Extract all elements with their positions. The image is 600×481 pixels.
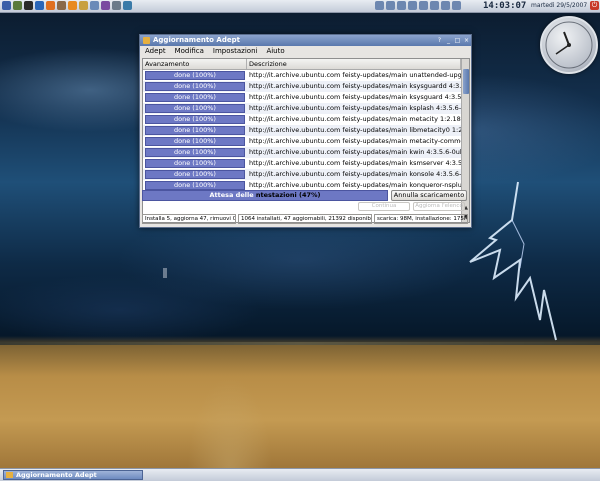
folder-icon[interactable] [79, 1, 88, 10]
row-progress-bar: done (100%) [145, 181, 245, 190]
row-progress-bar: done (100%) [145, 82, 245, 91]
panel-date: martedì 29/5/2007 [531, 2, 588, 9]
row-description: http://it.archive.ubuntu.com feisty-upda… [249, 170, 461, 178]
status-sizes: scarica: 98M, installazione: 175M [374, 214, 468, 224]
minimize-button[interactable]: _ [445, 37, 452, 44]
row-progress-bar: done (100%) [145, 115, 245, 124]
menu-adept[interactable]: Adept [145, 46, 166, 57]
vlc-icon[interactable] [68, 1, 77, 10]
update-icon[interactable] [430, 1, 439, 10]
row-progress-bar: done (100%) [145, 126, 245, 135]
window-titlebar[interactable]: Aggiornamento Adept ? _ □ × [140, 35, 471, 46]
progress-label-part1: Attesa delle [209, 191, 256, 199]
wheat-field [0, 345, 600, 470]
refresh-list-button[interactable]: Aggiorna l'elenco [413, 202, 465, 211]
table-row[interactable]: done (100%) http://it.archive.ubuntu.com … [143, 70, 461, 81]
overall-progress-label: Attesa delle ntestazioni (47%) [143, 191, 387, 200]
panel-clock[interactable]: 14:03:07 [483, 0, 526, 12]
row-progress-bar: done (100%) [145, 71, 245, 80]
clipboard-icon[interactable] [397, 1, 406, 10]
taskbar-item-adept[interactable]: Aggiornamento Adept [3, 470, 143, 480]
row-progress-bar: done (100%) [145, 148, 245, 157]
table-row[interactable]: done (100%) http://it.archive.ubuntu.com … [143, 114, 461, 125]
row-description: http://it.archive.ubuntu.com feisty-upda… [249, 148, 461, 156]
adept-app-icon [143, 37, 150, 44]
status-bar: Installa 5, aggiorna 47, rimuovi 0 1064 … [142, 214, 468, 224]
cancel-download-button[interactable]: Annulla scaricamento [391, 190, 467, 201]
quick-launchers [2, 1, 132, 10]
trash-icon[interactable] [112, 1, 121, 10]
menu-modifica[interactable]: Modifica [175, 46, 204, 57]
network-icon[interactable] [375, 1, 384, 10]
desktop-icon[interactable] [163, 268, 167, 278]
firefox-icon[interactable] [46, 1, 55, 10]
table-row[interactable]: done (100%) http://it.archive.ubuntu.com … [143, 158, 461, 169]
row-description: http://it.archive.ubuntu.com feisty-upda… [249, 115, 461, 123]
analog-clock-widget [540, 16, 598, 74]
row-progress-bar: done (100%) [145, 137, 245, 146]
konqueror-icon[interactable] [35, 1, 44, 10]
column-header-descrizione[interactable]: Descrizione [247, 59, 461, 69]
terminal-icon[interactable] [24, 1, 33, 10]
screen-icon[interactable] [123, 1, 132, 10]
continue-button[interactable]: Continua [358, 202, 410, 211]
table-header: Avanzamento Descrizione [143, 59, 461, 70]
close-button[interactable]: × [463, 37, 470, 44]
system-tray [375, 1, 461, 10]
row-description: http://it.archive.ubuntu.com feisty-upda… [249, 93, 461, 101]
media-icon[interactable] [101, 1, 110, 10]
row-description: http://it.archive.ubuntu.com feisty-upda… [249, 82, 461, 90]
table-row[interactable]: done (100%) http://it.archive.ubuntu.com … [143, 136, 461, 147]
row-progress-bar: done (100%) [145, 170, 245, 179]
menu-bar: Adept Modifica Impostazioni Aiuto [140, 46, 471, 57]
maximize-button[interactable]: □ [454, 37, 461, 44]
clock-face-icon [545, 21, 593, 69]
volume-icon[interactable] [386, 1, 395, 10]
messenger-icon[interactable] [441, 1, 450, 10]
table-rows: done (100%) http://it.archive.ubuntu.com … [143, 70, 461, 191]
status-counts: 1064 installati, 47 aggiornabili, 21392 … [238, 214, 372, 224]
adept-update-window: Aggiornamento Adept ? _ □ × Adept Modifi… [139, 34, 472, 228]
settings-icon[interactable] [90, 1, 99, 10]
row-description: http://it.archive.ubuntu.com feisty-upda… [249, 104, 461, 112]
table-row[interactable]: done (100%) http://it.archive.ubuntu.com … [143, 169, 461, 180]
adept-notifier-icon[interactable] [419, 1, 428, 10]
row-progress-bar: done (100%) [145, 104, 245, 113]
menu-impostazioni[interactable]: Impostazioni [213, 46, 258, 57]
weather-icon[interactable] [452, 1, 461, 10]
adept-task-icon [6, 472, 13, 478]
scrollbar-thumb[interactable] [463, 69, 469, 94]
overall-progress-bar: Attesa delle ntestazioni (47%) [142, 190, 388, 201]
row-progress-bar: done (100%) [145, 93, 245, 102]
status-actions: Installa 5, aggiorna 47, rimuovi 0 [142, 214, 236, 224]
table-row[interactable]: done (100%) http://it.archive.ubuntu.com … [143, 147, 461, 158]
bottom-taskbar: Aggiornamento Adept [0, 468, 600, 481]
home-icon[interactable] [13, 1, 22, 10]
table-row[interactable]: done (100%) http://it.archive.ubuntu.com … [143, 92, 461, 103]
table-row[interactable]: done (100%) http://it.archive.ubuntu.com … [143, 103, 461, 114]
row-description: http://it.archive.ubuntu.com feisty-upda… [249, 159, 461, 167]
column-header-avanzamento[interactable]: Avanzamento [143, 59, 247, 69]
taskbar-item-label: Aggiornamento Adept [16, 471, 97, 479]
table-row[interactable]: done (100%) http://it.archive.ubuntu.com … [143, 81, 461, 92]
help-button[interactable]: ? [436, 37, 443, 44]
battery-icon[interactable] [408, 1, 417, 10]
tools-icon[interactable] [57, 1, 66, 10]
kde-menu-icon[interactable] [2, 1, 11, 10]
top-panel: 14:03:07 martedì 29/5/2007 ⏻ [0, 0, 600, 13]
row-description: http://it.archive.ubuntu.com feisty-upda… [249, 137, 461, 145]
row-description: http://it.archive.ubuntu.com feisty-upda… [249, 71, 461, 79]
logout-icon[interactable]: ⏻ [590, 1, 599, 10]
window-title: Aggiornamento Adept [153, 36, 240, 44]
lightning-bolt [469, 181, 557, 341]
progress-label-part2: ntestazioni (47%) [255, 191, 321, 199]
menu-aiuto[interactable]: Aiuto [266, 46, 284, 57]
row-progress-bar: done (100%) [145, 159, 245, 168]
row-description: http://it.archive.ubuntu.com feisty-upda… [249, 126, 461, 134]
table-row[interactable]: done (100%) http://it.archive.ubuntu.com … [143, 125, 461, 136]
